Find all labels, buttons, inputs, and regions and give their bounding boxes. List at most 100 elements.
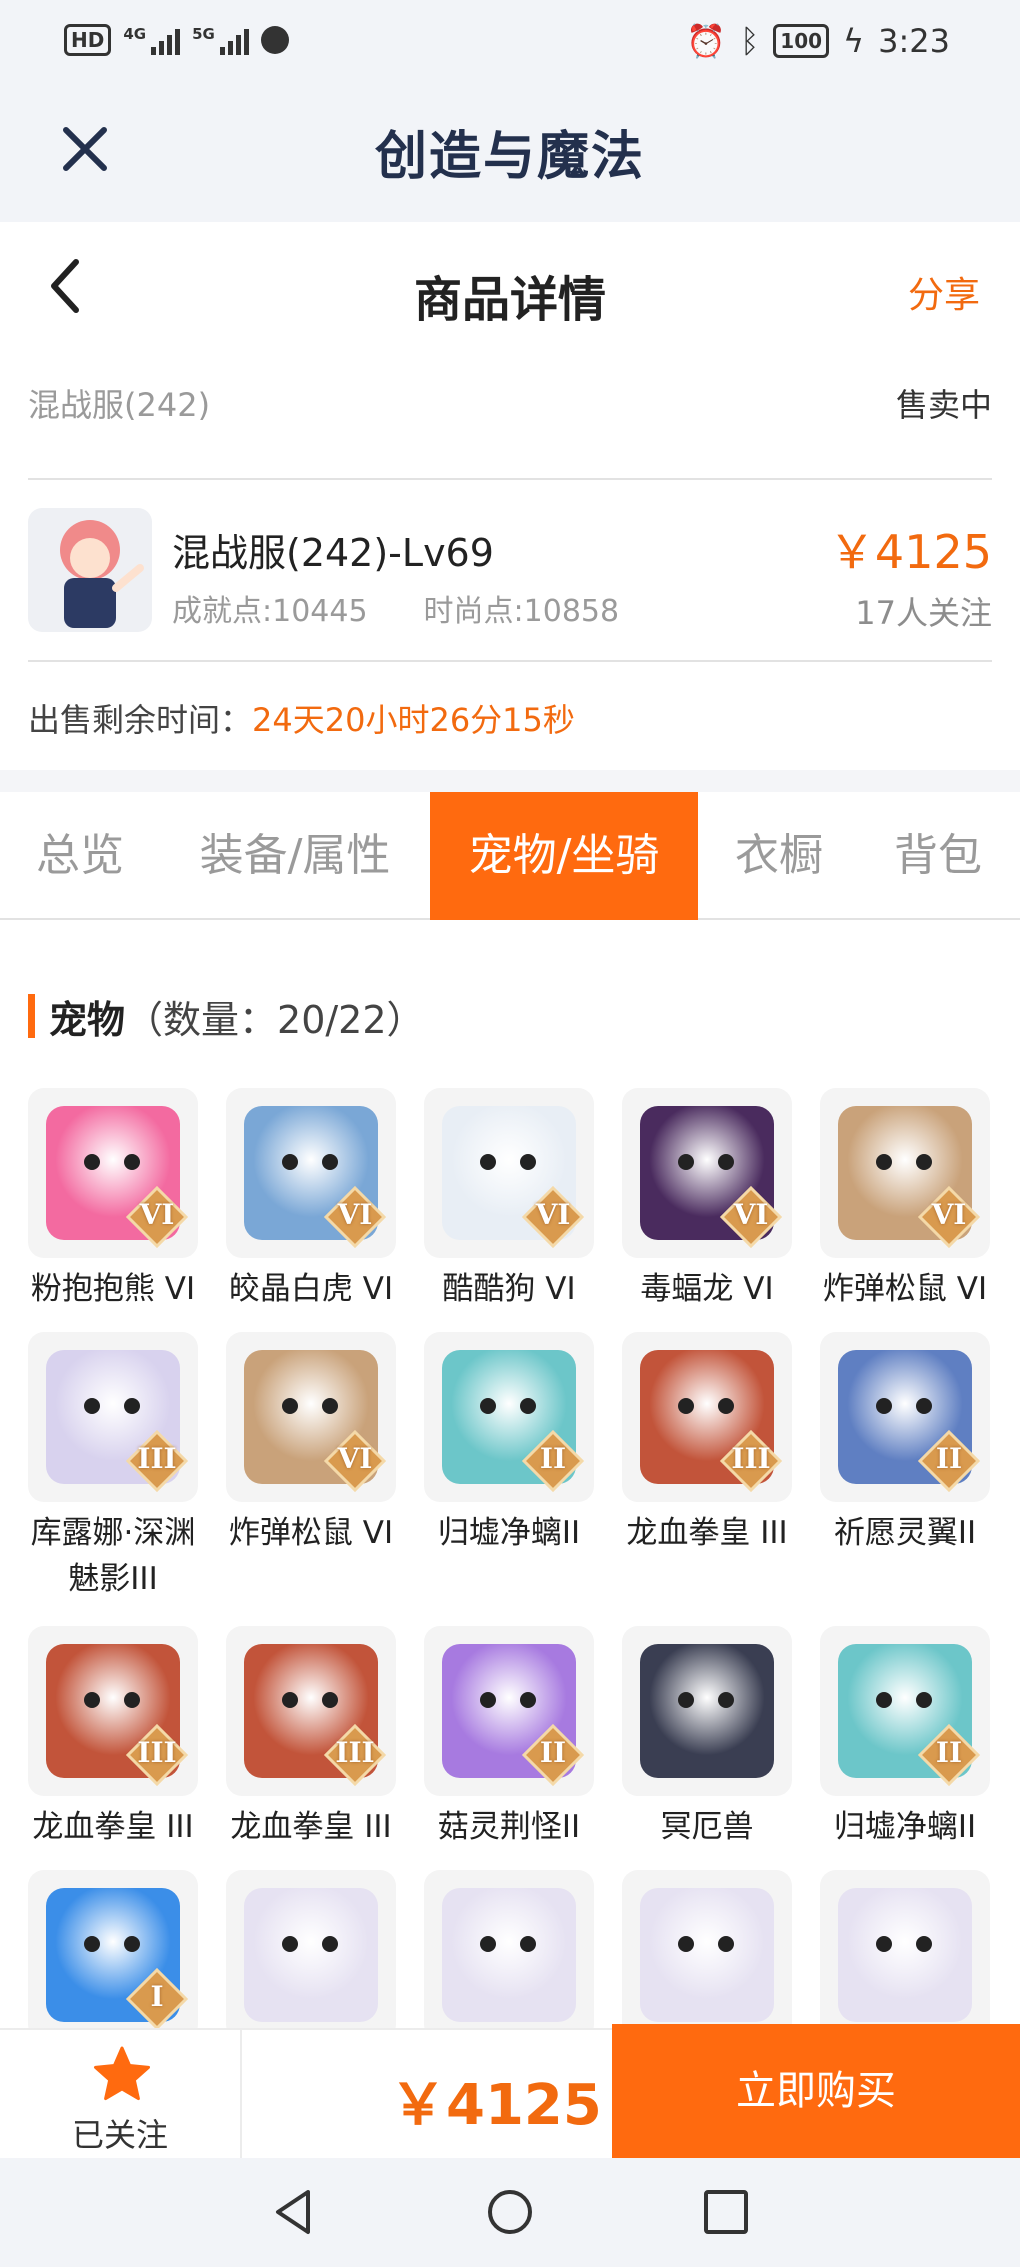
pet-eye xyxy=(718,1154,734,1170)
pet-eye xyxy=(282,1936,298,1952)
pet-card[interactable]: II 祈愿灵翼II xyxy=(820,1332,990,1556)
pet-image: I xyxy=(28,1870,198,2028)
status-right: ⏰ ᛒ 100 ϟ 3:23 xyxy=(686,22,950,60)
tab-overview[interactable]: 总览 xyxy=(0,792,160,920)
pet-eye xyxy=(84,1936,100,1952)
pet-card[interactable]: VI 粉抱抱熊 VI xyxy=(28,1088,198,1312)
pet-name: 冥厄兽 xyxy=(660,1809,754,1845)
pet-eye xyxy=(876,1692,892,1708)
tab-wardrobe[interactable]: 衣橱 xyxy=(712,792,846,920)
tab-equipment[interactable]: 装备/属性 xyxy=(175,792,415,920)
tier-badge: VI xyxy=(125,1185,189,1249)
pet-card[interactable]: II 归墟净螭II xyxy=(820,1626,990,1850)
hd-indicator: HD xyxy=(64,24,112,56)
fashion-points: 时尚点:10858 xyxy=(423,594,620,629)
follow-button[interactable]: 已关注 xyxy=(0,2030,242,2158)
network-type-label-2: 5G xyxy=(192,25,215,43)
tier-badge: III xyxy=(719,1429,783,1493)
pet-eye xyxy=(84,1398,100,1414)
tier-badge: II xyxy=(521,1429,585,1493)
status-bar: HD 4G 5G ⏰ ᛒ 100 ϟ 3:23 xyxy=(0,0,1020,90)
pet-card[interactable]: VI 炸弹松鼠 VI xyxy=(820,1088,990,1312)
character-avatar xyxy=(28,508,152,632)
nav-home-icon[interactable] xyxy=(484,2186,536,2238)
tab-bar: 总览 装备/属性 宠物/坐骑 衣橱 背包 xyxy=(0,792,1020,920)
character-card[interactable]: 混战服(242)-Lv69 成就点:10445 时尚点:10858 ￥4125 … xyxy=(28,508,992,636)
pet-card[interactable]: 冥厄兽 xyxy=(622,1626,792,1850)
pet-eye xyxy=(124,1154,140,1170)
pet-card[interactable]: VI 毒蝠龙 VI xyxy=(622,1088,792,1312)
pet-card[interactable]: II 菇灵荆怪II xyxy=(424,1626,594,1850)
pet-eye xyxy=(124,1398,140,1414)
pet-card[interactable]: VI 皎晶白虎 VI xyxy=(226,1088,396,1312)
pet-card[interactable] xyxy=(622,1870,792,2028)
page-header: 商品详情 分享 xyxy=(0,222,1020,352)
signal-icon: 4G xyxy=(123,25,181,55)
pet-card[interactable]: VI 炸弹松鼠 VI xyxy=(226,1332,396,1556)
tier-label: VI xyxy=(535,1198,571,1231)
pet-eye xyxy=(916,1936,932,1952)
pet-grid: VI 粉抱抱熊 VI VI 皎晶白虎 VI VI 酷酷狗 VI VI 毒蝠龙 VI VI 炸弹松鼠… xyxy=(28,1088,992,2028)
pet-name: 毒蝠龙 VI xyxy=(640,1271,774,1307)
pet-card[interactable]: III 龙血拳皇 III xyxy=(622,1332,792,1556)
alarm-icon: ⏰ xyxy=(686,22,727,60)
pet-name: 祈愿灵翼II xyxy=(833,1515,977,1551)
pet-eye xyxy=(520,1692,536,1708)
pet-card[interactable] xyxy=(820,1870,990,2028)
app-title: 创造与魔法 xyxy=(374,127,645,187)
tier-label: II xyxy=(539,1442,567,1475)
pet-image: VI xyxy=(226,1332,396,1502)
tier-label: VI xyxy=(337,1442,373,1475)
tier-badge: II xyxy=(521,1723,585,1787)
nav-back-icon[interactable] xyxy=(268,2186,320,2238)
pet-eye xyxy=(480,1398,496,1414)
tier-badge: VI xyxy=(521,1185,585,1249)
section-title: 宠物 xyxy=(49,997,126,1042)
pet-image: II xyxy=(424,1332,594,1502)
pet-card[interactable]: VI 酷酷狗 VI xyxy=(424,1088,594,1312)
pet-card[interactable] xyxy=(424,1870,594,2028)
pet-image: II xyxy=(424,1626,594,1796)
buy-now-button[interactable]: 立即购买 xyxy=(612,2024,1020,2158)
pet-eye xyxy=(322,1936,338,1952)
pet-eye xyxy=(282,1398,298,1414)
tier-label: VI xyxy=(139,1198,175,1231)
share-button[interactable]: 分享 xyxy=(908,266,980,318)
pet-card[interactable]: III 龙血拳皇 III xyxy=(28,1626,198,1850)
divider xyxy=(28,660,992,662)
pet-eye xyxy=(520,1154,536,1170)
tier-badge: VI xyxy=(323,1429,387,1493)
pet-image: VI xyxy=(820,1088,990,1258)
star-icon xyxy=(94,2046,150,2101)
tab-backpack[interactable]: 背包 xyxy=(868,792,1008,920)
pet-name: 龙血拳皇 III xyxy=(230,1809,392,1845)
battery-icon: 100 xyxy=(773,24,830,58)
tier-badge: II xyxy=(917,1723,981,1787)
pet-card[interactable]: III 库露娜·深渊魅影III xyxy=(28,1332,198,1602)
pet-eye xyxy=(916,1692,932,1708)
pet-eye xyxy=(916,1154,932,1170)
remaining-time: 出售剩余时间：24天20小时26分15秒 xyxy=(28,695,575,741)
pet-card[interactable]: II 归墟净螭II xyxy=(424,1332,594,1556)
bottom-action-bar: 已关注 ￥4125 立即购买 xyxy=(0,2024,1020,2158)
tab-pets-mounts[interactable]: 宠物/坐骑 xyxy=(430,792,698,920)
pet-eye xyxy=(480,1154,496,1170)
pet-artwork xyxy=(838,1888,972,2022)
clock: 3:23 xyxy=(878,22,950,60)
section-gap xyxy=(0,770,1020,792)
pet-card[interactable]: III 龙血拳皇 III xyxy=(226,1626,396,1850)
tier-badge: VI xyxy=(917,1185,981,1249)
pet-image: III xyxy=(28,1332,198,1502)
pet-eye xyxy=(322,1154,338,1170)
tier-label: VI xyxy=(733,1198,769,1231)
pet-name: 归墟净螭II xyxy=(437,1515,581,1551)
pet-card[interactable] xyxy=(226,1870,396,2028)
pet-image: II xyxy=(820,1332,990,1502)
tier-badge: III xyxy=(125,1723,189,1787)
pet-image: III xyxy=(28,1626,198,1796)
pet-eye xyxy=(718,1936,734,1952)
pet-card[interactable]: I xyxy=(28,1870,198,2028)
sale-status: 售卖中 xyxy=(895,386,992,424)
nav-recents-icon[interactable] xyxy=(700,2186,752,2238)
pet-image: VI xyxy=(226,1088,396,1258)
